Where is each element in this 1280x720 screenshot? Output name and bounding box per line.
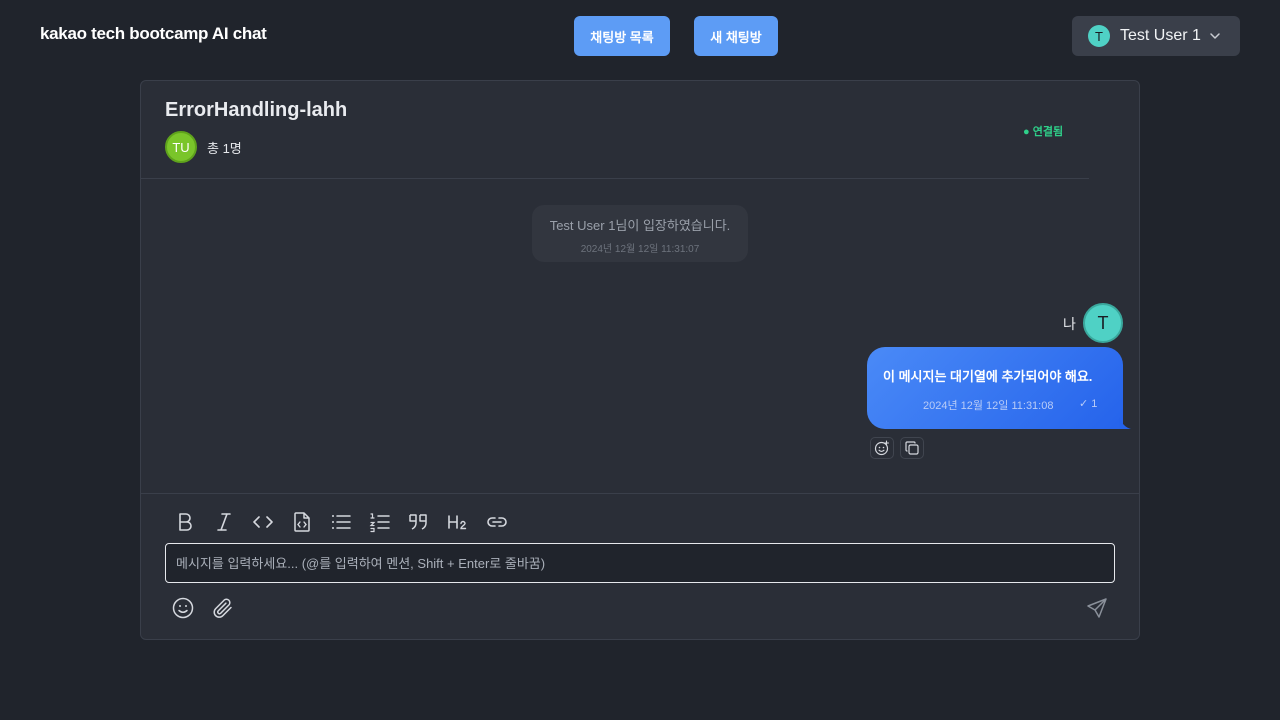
member-avatar[interactable]: TU <box>165 131 197 163</box>
quote-icon <box>409 514 427 530</box>
send-icon <box>1087 598 1107 618</box>
attach-file-button[interactable] <box>211 596 235 620</box>
formatting-toolbar <box>173 510 524 534</box>
smiley-plus-icon <box>874 440 890 456</box>
chat-room-panel: ErrorHandling-lahh TU 총 1명 ● 연결됨 Test Us… <box>140 80 1140 640</box>
numbered-list-button[interactable] <box>368 510 407 534</box>
emoji-icon <box>172 597 194 619</box>
bullet-list-button[interactable] <box>329 510 368 534</box>
code-block-button[interactable] <box>290 510 329 534</box>
system-message: Test User 1님이 입장하였습니다. 2024년 12월 12일 11:… <box>532 205 748 262</box>
link-icon <box>487 517 507 527</box>
connection-status: ● 연결됨 <box>1023 126 1064 138</box>
room-title: ErrorHandling-lahh <box>165 99 348 121</box>
heading-button[interactable] <box>446 510 485 534</box>
message-bubble[interactable]: 이 메시지는 대기열에 추가되어야 해요. 2024년 12월 12일 11:3… <box>867 347 1123 429</box>
message-input[interactable] <box>165 543 1115 583</box>
bubble-tail <box>1119 417 1131 429</box>
top-navigation: kakao tech bootcamp AI chat 채팅방 목록 새 채팅방… <box>0 0 1280 72</box>
bold-icon <box>179 513 192 531</box>
italic-icon <box>217 513 231 531</box>
header-divider <box>141 178 1089 179</box>
heading-icon <box>448 515 467 530</box>
copy-message-button[interactable] <box>900 437 924 459</box>
attachment-icon <box>213 598 232 618</box>
send-button[interactable] <box>1085 596 1109 620</box>
member-count: 총 1명 <box>207 140 242 156</box>
message-text: 이 메시지는 대기열에 추가되어야 해요. <box>883 369 1093 384</box>
new-room-button[interactable]: 새 채팅방 <box>694 16 778 56</box>
user-menu[interactable]: T Test User 1 <box>1072 16 1240 56</box>
system-message-text: Test User 1님이 입장하였습니다. <box>549 218 731 233</box>
message-time: 2024년 12월 12일 11:31:08 <box>923 400 1054 412</box>
room-list-button[interactable]: 채팅방 목록 <box>574 16 670 56</box>
numbered-list-icon <box>369 513 390 533</box>
app-logo[interactable]: kakao tech bootcamp AI chat <box>40 24 267 44</box>
code-button[interactable] <box>251 510 290 534</box>
read-receipt: ✓ 1 <box>1079 398 1098 410</box>
user-avatar: T <box>1088 25 1110 47</box>
chevron-down-icon <box>1209 30 1221 42</box>
code-block-icon <box>294 512 310 532</box>
code-icon <box>253 516 273 528</box>
sender-label: 나 <box>1063 316 1076 332</box>
emoji-button[interactable] <box>171 596 195 620</box>
sender-avatar: T <box>1083 303 1123 343</box>
link-button[interactable] <box>485 510 524 534</box>
message-composer <box>141 493 1139 639</box>
user-name: Test User 1 <box>1120 27 1201 44</box>
bullet-list-icon <box>332 515 351 529</box>
bold-button[interactable] <box>173 510 212 534</box>
room-members: TU 총 1명 <box>165 131 242 163</box>
copy-icon <box>905 441 919 455</box>
system-message-time: 2024년 12월 12일 11:31:07 <box>580 244 700 255</box>
quote-button[interactable] <box>407 510 446 534</box>
italic-button[interactable] <box>212 510 251 534</box>
add-reaction-button[interactable] <box>870 437 894 459</box>
